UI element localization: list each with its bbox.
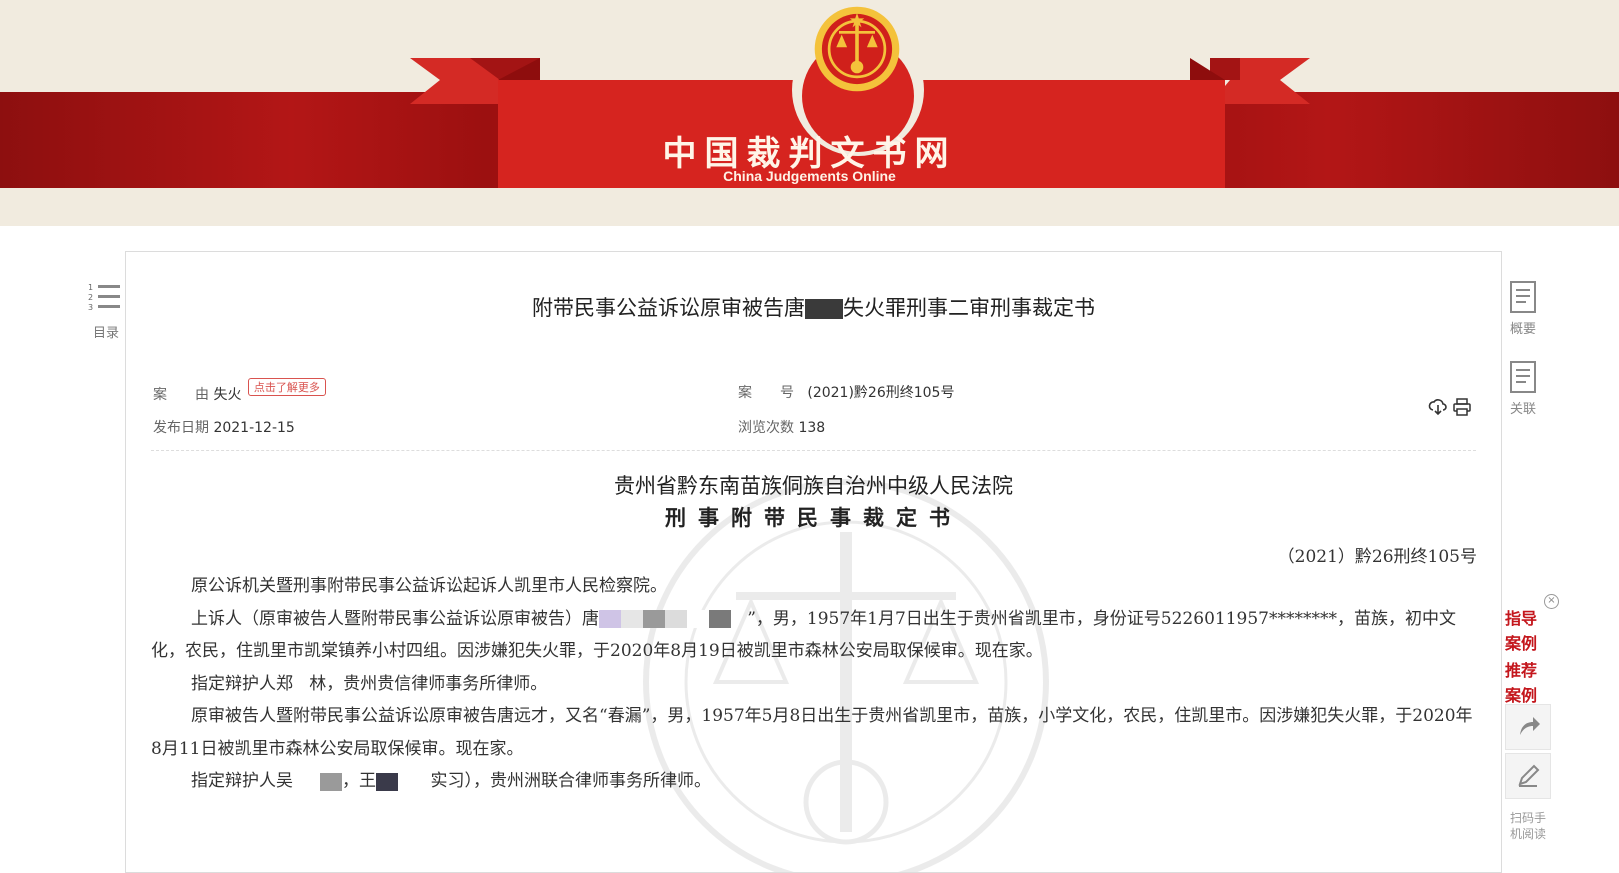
paragraph-defender-2: 指定辩护人吴 ，王 实习），贵州洲联合律师事务所律师。 xyxy=(151,765,1476,798)
caseno-value: (2021)黔26刑终105号 xyxy=(807,385,955,401)
cause-value: 失火 xyxy=(213,387,242,403)
paragraph-appellant: 上诉人（原审被告人暨附带民事公益诉讼原审被告）唐 ”，男，1957年1月7日出生… xyxy=(151,603,1476,668)
defender2-text-3: 实习），贵州洲联合律师事务所律师。 xyxy=(430,771,711,791)
learn-more-tag[interactable]: 点击了解更多 xyxy=(247,378,326,396)
redaction-block xyxy=(665,610,687,628)
court-name: 贵州省黔东南苗族侗族自治州中级人民法院 xyxy=(614,474,1013,498)
views-value: 138 xyxy=(798,420,826,436)
related-label: 关联 xyxy=(1509,402,1536,417)
cause-key: 案 由 xyxy=(153,387,209,403)
appellant-text-1: 上诉人（原审被告人暨附带民事公益诉讼原审被告）唐 xyxy=(191,608,599,629)
views-key: 浏览次数 xyxy=(738,420,794,436)
document-icon xyxy=(1510,361,1536,393)
svg-text:3: 3 xyxy=(88,303,93,312)
document-title: 附带民事公益诉讼原审被告唐 失火罪刑事二审刑事裁定书 xyxy=(126,292,1501,322)
document-case-number: （2021）黔26刑终105号 xyxy=(1277,547,1477,567)
meta-divider xyxy=(151,450,1476,451)
summary-button[interactable]: 概要 xyxy=(1505,280,1541,337)
svg-text:1: 1 xyxy=(88,283,93,292)
share-icon xyxy=(1520,717,1540,735)
redaction-block xyxy=(621,610,643,628)
redaction-block xyxy=(320,772,343,791)
title-part-2: 失火罪刑事二审刑事裁定书 xyxy=(843,296,1095,320)
pencil-icon xyxy=(1518,764,1540,787)
defender2-text-1: 指定辩护人吴 xyxy=(191,771,293,791)
toc-button[interactable]: 1 2 3 目录 xyxy=(86,282,126,341)
title-part-1: 附带民事公益诉讼原审被告唐 xyxy=(532,296,805,320)
guiding-cases-link[interactable]: 指导案例 xyxy=(1505,606,1541,656)
recommend-panel: 指导案例 推荐案例 xyxy=(1505,606,1551,708)
svg-text:2: 2 xyxy=(88,293,93,302)
redaction-block xyxy=(376,772,399,791)
redaction-block xyxy=(643,610,665,628)
summary-label: 概要 xyxy=(1509,322,1536,337)
paragraph-prosecutor: 原公诉机关暨刑事附带民事公益诉讼起诉人凯里市人民检察院。 xyxy=(191,576,667,596)
document-body: 原公诉机关暨刑事附带民事公益诉讼起诉人凯里市人民检察院。 上诉人（原审被告人暨附… xyxy=(151,570,1476,798)
share-button[interactable] xyxy=(1505,704,1551,750)
date-key: 发布日期 xyxy=(153,420,209,436)
cause-field: 案 由 失火 点击了解更多 xyxy=(153,378,326,404)
court-emblem-icon xyxy=(814,6,900,92)
related-button[interactable]: 关联 xyxy=(1505,360,1541,417)
date-value: 2021-12-15 xyxy=(213,420,295,436)
document-panel: 附带民事公益诉讼原审被告唐 失火罪刑事二审刑事裁定书 案 由 失火 点击了解更多 … xyxy=(125,251,1502,873)
publish-date-field: 发布日期 2021-12-15 xyxy=(153,417,295,437)
list-icon: 1 2 3 xyxy=(88,283,120,312)
scan-to-read[interactable]: 扫码手机阅读 xyxy=(1505,810,1551,842)
edit-button[interactable] xyxy=(1505,753,1551,799)
redaction-block xyxy=(805,299,843,319)
site-banner: 中国裁判文书网 China Judgements Online xyxy=(0,0,1619,226)
paragraph-defender-1: 指定辩护人郑 林，贵州贵信律师事务所律师。 xyxy=(151,668,1476,701)
document-type: 刑事附带民事裁定书 xyxy=(665,506,962,530)
views-field: 浏览次数 138 xyxy=(738,417,825,437)
redaction-block xyxy=(687,610,709,628)
defender-text-1: 指定辩护人郑 xyxy=(191,673,293,694)
defender-text-2: 林，贵州贵信律师事务所律师。 xyxy=(309,673,548,694)
download-icon[interactable] xyxy=(1428,397,1448,417)
site-subtitle: China Judgements Online xyxy=(723,168,896,184)
document-icon xyxy=(1510,281,1536,313)
redaction-block xyxy=(599,610,621,628)
recommended-cases-link[interactable]: 推荐案例 xyxy=(1505,658,1541,708)
banner-ribbon xyxy=(410,24,1310,188)
redaction-block xyxy=(709,610,731,628)
paragraph-defendant: 原审被告人暨附带民事公益诉讼原审被告唐远才，又名“春漏”，男，1957年5月8日… xyxy=(151,706,1473,759)
print-icon[interactable] xyxy=(1452,397,1472,417)
toc-label: 目录 xyxy=(92,326,119,341)
defender2-text-2: ，王 xyxy=(342,771,377,791)
caseno-field: 案 号 (2021)黔26刑终105号 xyxy=(738,382,954,402)
caseno-key: 案 号 xyxy=(738,385,794,401)
